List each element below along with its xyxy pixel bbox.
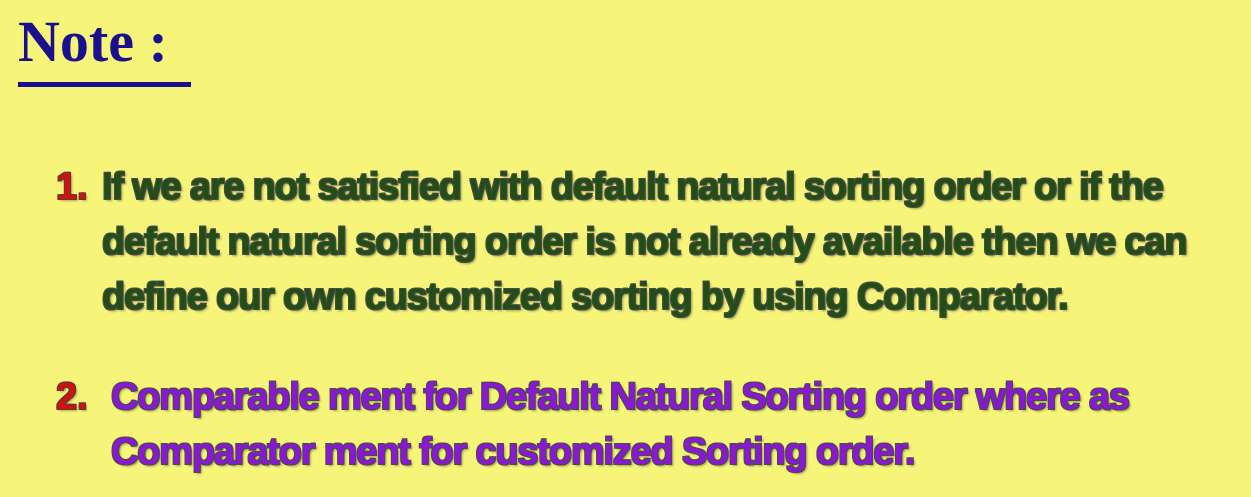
item-2-number: 2. bbox=[56, 376, 88, 418]
item-2-line-1: Comparable ment for Default Natural Sort… bbox=[111, 376, 1130, 418]
item-1-line-3: define our own customized sorting by usi… bbox=[102, 276, 1069, 318]
slide-title: Note : bbox=[18, 9, 168, 74]
item-2-text: Comparable ment for Default Natural Sort… bbox=[111, 370, 1130, 480]
title-underline bbox=[18, 82, 191, 87]
item-1-number: 1. bbox=[56, 166, 88, 208]
item-1-text: If we are not satisfied with default nat… bbox=[102, 160, 1188, 325]
item-1-line-1: If we are not satisfied with default nat… bbox=[102, 166, 1164, 208]
item-1-line-2: default natural sorting order is not alr… bbox=[102, 221, 1188, 263]
item-2-line-2: Comparator ment for customized Sorting o… bbox=[111, 431, 915, 473]
slide: Note : 1. If we are not satisfied with d… bbox=[0, 0, 1251, 497]
